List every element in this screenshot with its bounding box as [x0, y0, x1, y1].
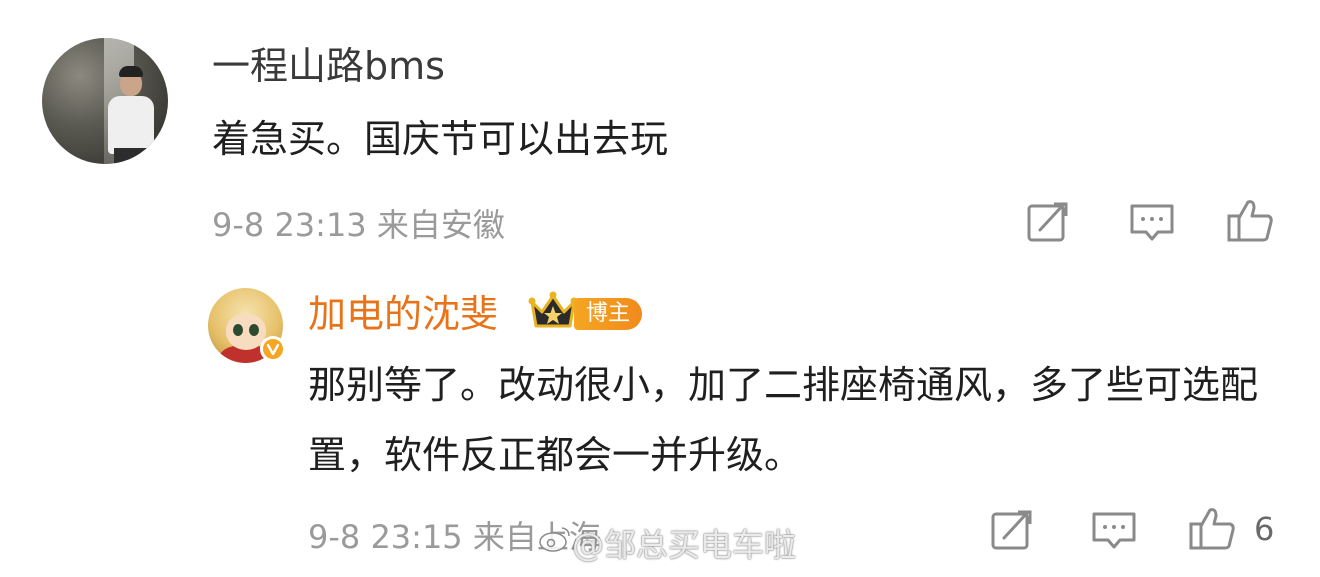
repost-icon[interactable] — [988, 506, 1036, 554]
comment-meta: 9-8 23:13 来自安徽 — [212, 206, 505, 244]
crown-icon — [528, 291, 578, 328]
comment-username[interactable]: 一程山路bms — [212, 44, 445, 88]
watermark: @邹总买电车啦 — [572, 526, 797, 564]
comment-username[interactable]: 加电的沈斐 — [308, 292, 498, 336]
comment-icon[interactable] — [1090, 506, 1138, 554]
repost-icon[interactable] — [1024, 198, 1072, 246]
blogger-badge: 博主 — [574, 298, 643, 330]
like-count: 6 — [1254, 510, 1275, 548]
avatar[interactable] — [42, 38, 168, 164]
like-icon[interactable] — [1226, 196, 1274, 244]
comment-icon[interactable] — [1128, 198, 1176, 246]
comment-text: 那别等了。改动很小，加了二排座椅通风，多了些可选配置，软件反正都会一并升级。 — [308, 363, 1259, 477]
verified-icon — [260, 336, 286, 362]
like-icon[interactable] — [1188, 504, 1236, 552]
weibo-logo-icon — [539, 527, 570, 552]
comment-text: 着急买。国庆节可以出去玩 — [212, 117, 669, 161]
